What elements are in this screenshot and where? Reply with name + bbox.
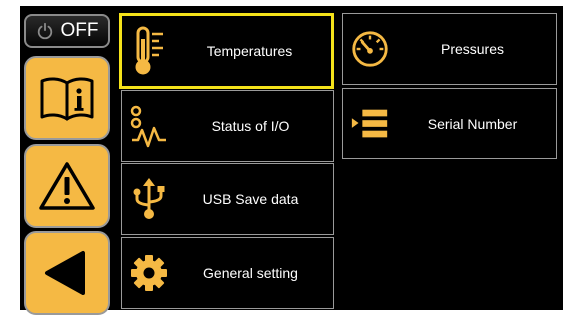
usb-save-label: USB Save data bbox=[202, 191, 299, 207]
serial-number-tile[interactable]: Serial Number bbox=[342, 88, 557, 159]
warning-triangle-icon bbox=[39, 162, 95, 210]
gear-icon bbox=[131, 255, 167, 291]
general-setting-tile[interactable]: General setting bbox=[121, 237, 334, 309]
status-io-label: Status of I/O bbox=[211, 118, 290, 134]
pressure-gauge-icon bbox=[352, 31, 388, 67]
usb-save-tile[interactable]: USB Save data bbox=[121, 163, 334, 235]
pressures-tile[interactable]: Pressures bbox=[342, 13, 557, 85]
power-off-button[interactable]: OFF bbox=[24, 14, 110, 48]
manual-button[interactable] bbox=[24, 56, 110, 140]
general-setting-label: General setting bbox=[203, 265, 298, 281]
back-button[interactable] bbox=[24, 231, 110, 315]
io-signal-icon bbox=[130, 105, 166, 148]
thermometer-icon bbox=[135, 26, 163, 75]
serial-number-label: Serial Number bbox=[427, 115, 518, 132]
temperatures-tile[interactable]: Temperatures bbox=[119, 13, 334, 89]
usb-icon bbox=[133, 178, 165, 219]
back-arrow-icon bbox=[45, 251, 85, 295]
list-arrow-icon bbox=[351, 109, 388, 137]
power-button-label: OFF bbox=[60, 20, 99, 41]
temperatures-label: Temperatures bbox=[206, 43, 293, 59]
alarms-button[interactable] bbox=[24, 144, 110, 228]
power-icon bbox=[37, 22, 52, 40]
status-io-tile[interactable]: Status of I/O bbox=[121, 90, 334, 162]
pressures-label: Pressures bbox=[440, 41, 505, 57]
manual-book-icon bbox=[40, 77, 94, 121]
